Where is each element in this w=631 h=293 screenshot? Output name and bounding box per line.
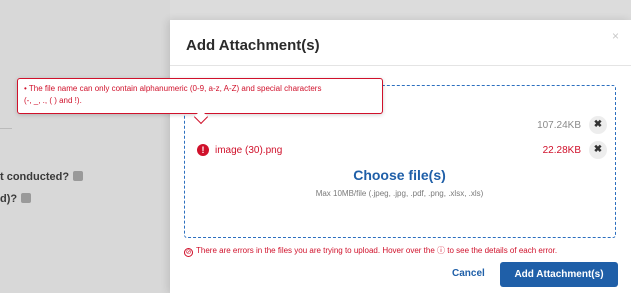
error-circle-icon[interactable]: !	[197, 144, 209, 156]
cancel-button[interactable]: Cancel	[452, 268, 485, 279]
modal-title: Add Attachment(s)	[186, 37, 320, 54]
background-question-1: t conducted?	[0, 171, 84, 183]
upload-error-message: ⊘ There are errors in the files you are t…	[184, 245, 557, 257]
add-attachment-modal: Add Attachment(s) × 107.24KB ✖ ! image (…	[170, 20, 631, 293]
remove-file-button[interactable]: ✖	[589, 116, 607, 134]
file-size: 22.28KB	[542, 145, 581, 156]
background-divider	[0, 128, 12, 129]
help-icon[interactable]	[21, 193, 32, 203]
file-limits-text: Max 10MB/file (.jpeg, .jpg, .pdf, .png, …	[315, 189, 484, 198]
add-attachment-button[interactable]: Add Attachment(s)	[500, 262, 618, 287]
header-divider	[170, 65, 631, 66]
background-form: t conducted? d)?	[0, 0, 170, 293]
background-question-2: d)?	[0, 193, 32, 205]
help-icon[interactable]	[73, 171, 84, 181]
file-name: image (30).png	[215, 145, 283, 156]
filename-error-tooltip: • The file name can only contain alphanu…	[17, 78, 383, 125]
tooltip-line-2: (-, _, ., ( ) and !).	[24, 96, 82, 105]
choose-files-button[interactable]: Choose file(s)	[185, 167, 614, 183]
file-row: ! image (30).png 22.28KB ✖	[195, 139, 607, 161]
upload-error-text: There are errors in the files you are tr…	[196, 246, 558, 255]
error-slash-icon: ⊘	[184, 248, 193, 257]
remove-file-button[interactable]: ✖	[589, 141, 607, 159]
close-icon[interactable]: ×	[612, 29, 619, 43]
tooltip-line-1: • The file name can only contain alphanu…	[24, 84, 322, 93]
file-size: 107.24KB	[537, 120, 581, 131]
file-row: 107.24KB ✖	[195, 114, 607, 136]
